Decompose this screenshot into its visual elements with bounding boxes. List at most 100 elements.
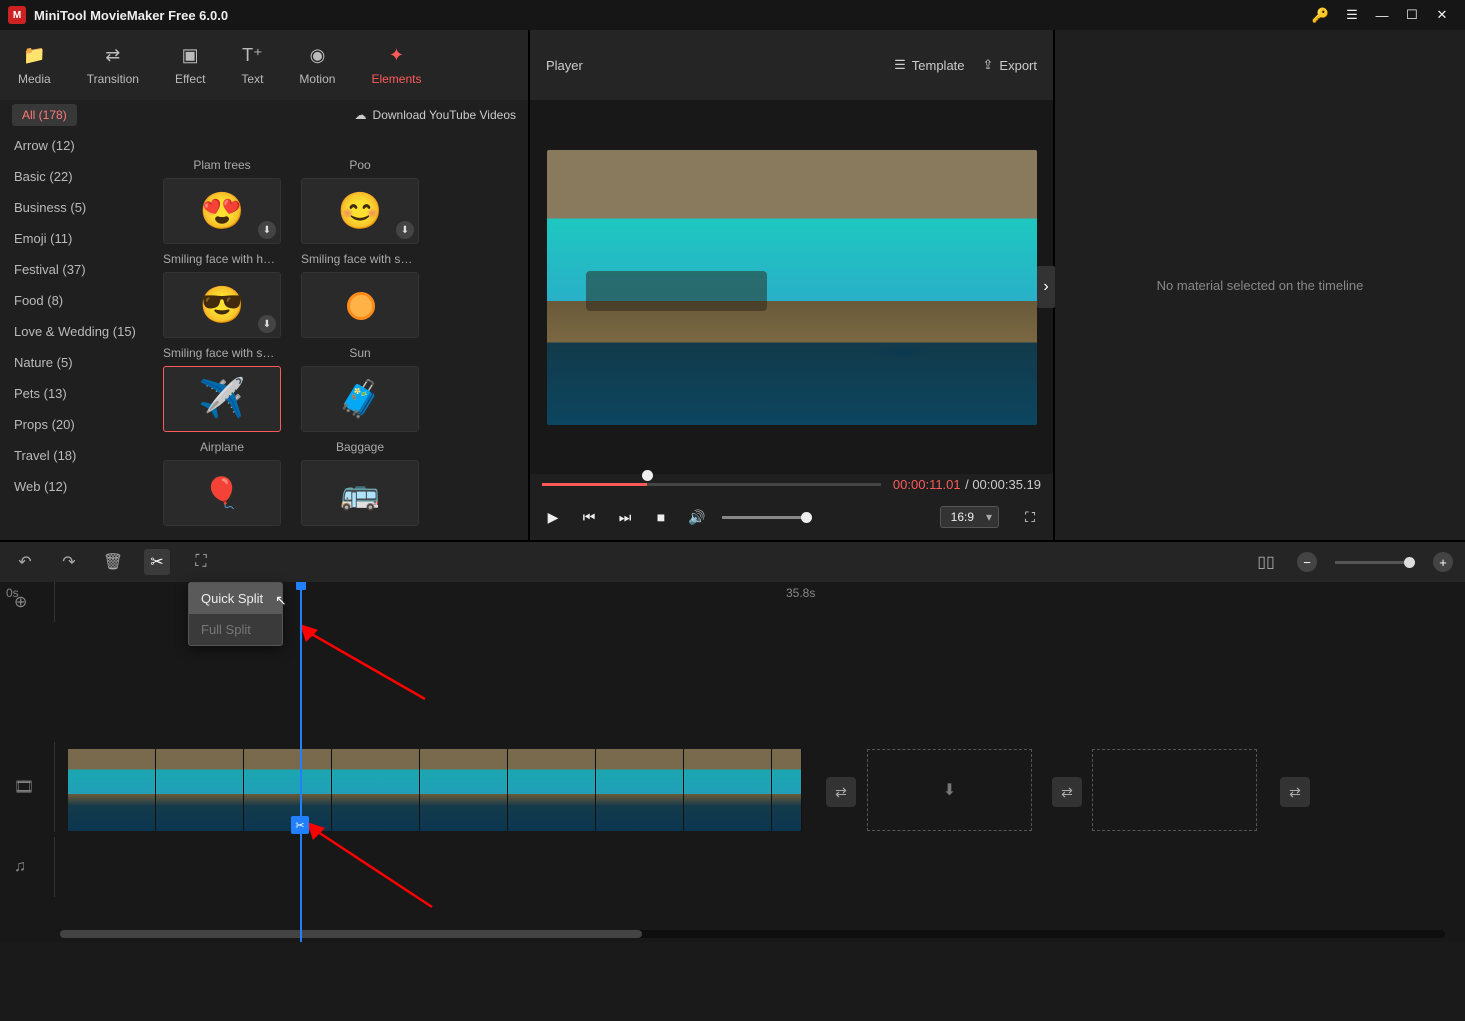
library-tabs: 📁Media ⇄Transition ▣Effect T⁺Text ◉Motio… — [0, 30, 528, 100]
library-panel: 📁Media ⇄Transition ▣Effect T⁺Text ◉Motio… — [0, 30, 530, 540]
clip-thumbnail — [772, 749, 802, 831]
clip-thumbnail — [332, 749, 420, 831]
fullscreen-button[interactable]: ⛶ — [1019, 506, 1041, 528]
volume-button[interactable]: 🔊 — [686, 506, 708, 528]
crop-button[interactable]: ⛶ — [188, 549, 214, 575]
heart-eyes-emoji-icon: 😍 — [200, 190, 245, 232]
sidebar-item-travel[interactable]: Travel (18) — [0, 440, 150, 471]
zoom-in-button[interactable]: + — [1433, 552, 1453, 572]
time-total: / 00:00:35.19 — [965, 477, 1041, 492]
download-icon[interactable]: ⬇ — [258, 315, 276, 333]
tab-elements[interactable]: ✦Elements — [353, 30, 439, 100]
scrollbar-thumb[interactable] — [60, 930, 642, 938]
tab-effect[interactable]: ▣Effect — [157, 30, 223, 100]
close-button[interactable]: ✕ — [1427, 0, 1457, 30]
prev-frame-button[interactable]: ⏮ — [578, 506, 600, 528]
menu-icon[interactable]: ☰ — [1337, 0, 1367, 30]
element-thumb-smiling[interactable]: 😊⬇ — [301, 178, 419, 244]
element-thumb-baggage[interactable]: 🧳 — [301, 366, 419, 432]
volume-slider[interactable] — [722, 516, 812, 519]
balloons-icon: 🎈 — [203, 476, 240, 511]
sidebar-item-love-wedding[interactable]: Love & Wedding (15) — [0, 316, 150, 347]
folder-icon: 📁 — [23, 45, 45, 66]
sidebar-item-arrow[interactable]: Arrow (12) — [0, 130, 150, 161]
seek-handle[interactable] — [642, 470, 653, 481]
undo-button[interactable]: ↶ — [12, 549, 38, 575]
element-thumb-airplane[interactable]: ✈️ — [163, 366, 281, 432]
upgrade-key-icon[interactable]: 🔑 — [1312, 7, 1329, 24]
element-thumb-sunglasses[interactable]: 😎⬇ — [163, 272, 281, 338]
tab-text[interactable]: T⁺Text — [223, 30, 281, 100]
timeline-toolbar: ↶ ↷ 🗑 ✂ ⛶ ▯▯ − + Quick Split Full Split … — [0, 540, 1465, 582]
time-current: 00:00:11.01 — [893, 477, 961, 492]
transition-slot-button[interactable]: ⇄ — [1052, 777, 1082, 807]
playhead[interactable]: ✂ — [300, 582, 302, 942]
preview-frame — [547, 150, 1037, 425]
cloud-download-icon: ☁ — [355, 108, 367, 122]
sidebar-item-business[interactable]: Business (5) — [0, 192, 150, 223]
next-frame-button[interactable]: ⏭ — [614, 506, 636, 528]
sidebar-item-props[interactable]: Props (20) — [0, 409, 150, 440]
export-button[interactable]: ⇪Export — [983, 57, 1037, 73]
audio-track-header: ♫ — [0, 837, 55, 897]
clip-drop-zone[interactable]: ⬇ — [867, 749, 1032, 831]
sidebar-item-web[interactable]: Web (12) — [0, 471, 150, 502]
tab-transition[interactable]: ⇄Transition — [69, 30, 157, 100]
zoom-out-button[interactable]: − — [1297, 552, 1317, 572]
transition-icon: ⇄ — [105, 45, 120, 66]
element-name: Baggage — [336, 440, 384, 454]
element-name: Poo — [349, 158, 370, 172]
player-panel: Player ☰Template ⇪Export › 00:00:11.01 /… — [530, 30, 1055, 540]
panel-expand-button[interactable]: › — [1037, 266, 1055, 308]
elements-grid: Plam trees Poo 😍⬇Smiling face with hea..… — [150, 130, 528, 540]
template-button[interactable]: ☰Template — [894, 57, 964, 73]
sidebar-item-basic[interactable]: Basic (22) — [0, 161, 150, 192]
add-track-button[interactable]: ⊕ — [0, 582, 55, 622]
sidebar-item-pets[interactable]: Pets (13) — [0, 378, 150, 409]
sidebar-item-nature[interactable]: Nature (5) — [0, 347, 150, 378]
redo-button[interactable]: ↷ — [56, 549, 82, 575]
annotation-arrow-icon — [300, 624, 430, 704]
download-icon[interactable]: ⬇ — [258, 221, 276, 239]
filmstrip-icon: 🎞 — [14, 777, 34, 797]
category-sidebar: Arrow (12) Basic (22) Business (5) Emoji… — [0, 130, 150, 540]
timeline-scrollbar[interactable] — [60, 930, 1445, 938]
element-name: Smiling face with sun... — [163, 346, 281, 360]
menu-quick-split[interactable]: Quick Split — [189, 583, 282, 614]
transition-slot-button[interactable]: ⇄ — [1280, 777, 1310, 807]
stop-button[interactable]: ■ — [650, 506, 672, 528]
aspect-ratio-select[interactable]: 16:9 — [940, 506, 999, 528]
tab-motion[interactable]: ◉Motion — [281, 30, 353, 100]
snap-button[interactable]: ▯▯ — [1253, 549, 1279, 575]
play-button[interactable]: ▶ — [542, 506, 564, 528]
minimize-button[interactable]: — — [1367, 0, 1397, 30]
menu-full-split[interactable]: Full Split — [189, 614, 282, 645]
zoom-slider[interactable] — [1335, 561, 1415, 564]
transition-slot-button[interactable]: ⇄ — [826, 777, 856, 807]
element-thumb-balloons[interactable]: 🎈 — [163, 460, 281, 526]
maximize-button[interactable]: ☐ — [1397, 0, 1427, 30]
sidebar-item-emoji[interactable]: Emoji (11) — [0, 223, 150, 254]
zoom-handle[interactable] — [1404, 557, 1415, 568]
sidebar-item-festival[interactable]: Festival (37) — [0, 254, 150, 285]
title-bar: M MiniTool MovieMaker Free 6.0.0 🔑 ☰ — ☐… — [0, 0, 1465, 30]
effect-icon: ▣ — [182, 45, 199, 66]
element-thumb-heart-eyes[interactable]: 😍⬇ — [163, 178, 281, 244]
clip-drop-zone[interactable] — [1092, 749, 1257, 831]
volume-handle[interactable] — [801, 512, 812, 523]
clip-thumbnail — [420, 749, 508, 831]
sunglasses-emoji-icon: 😎 — [200, 284, 245, 326]
playhead-split-button[interactable]: ✂ — [291, 816, 309, 834]
element-thumb-bus[interactable]: 🚌 — [301, 460, 419, 526]
category-active-label[interactable]: All (178) — [12, 104, 77, 126]
element-thumb-sun[interactable] — [301, 272, 419, 338]
delete-button[interactable]: 🗑 — [100, 549, 126, 575]
split-button[interactable]: ✂ — [144, 549, 170, 575]
download-youtube-link[interactable]: ☁Download YouTube Videos — [355, 108, 516, 122]
download-icon[interactable]: ⬇ — [396, 221, 414, 239]
clip-thumbnail — [68, 749, 156, 831]
tab-media[interactable]: 📁Media — [0, 30, 69, 100]
sidebar-item-food[interactable]: Food (8) — [0, 285, 150, 316]
video-clip[interactable] — [68, 749, 802, 831]
seek-bar[interactable] — [542, 474, 881, 494]
